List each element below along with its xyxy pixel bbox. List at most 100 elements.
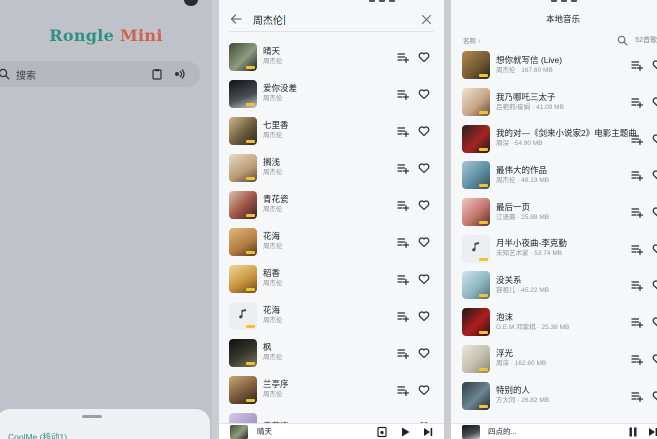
favorite-icon[interactable] [652,390,657,402]
sort-button[interactable]: 名称 ↑ [463,35,481,45]
list-item[interactable]: 特别的人 方大同 · 26.82 MB [451,377,657,414]
add-to-playlist-icon[interactable] [397,125,409,137]
list-item[interactable]: 搁浅 周杰伦 [219,149,444,186]
favorite-icon[interactable] [652,279,657,291]
favorite-icon[interactable] [418,51,430,63]
favorite-icon[interactable] [418,199,430,211]
list-item[interactable]: 想你就写信 (Live) 周杰伦 · 167.60 MB [451,47,657,84]
mini-player-title: 四点的... [488,427,517,436]
search-icon[interactable] [617,35,628,46]
favorite-icon[interactable] [652,353,657,365]
add-to-playlist-icon[interactable] [397,88,409,100]
avatar[interactable] [184,0,198,6]
row-actions [631,279,657,292]
favorite-icon[interactable] [418,88,430,100]
pause-icon[interactable] [627,426,639,438]
list-item[interactable]: 青花瓷 周杰伦 [219,186,444,223]
clipboard-icon[interactable] [151,68,163,80]
add-to-playlist-icon[interactable] [631,316,643,329]
favorite-icon[interactable] [418,125,430,137]
search-screen: 周杰伦 晴天 周杰伦 爱你没差 周杰伦 七里香 周杰伦 搁浅 周杰伦 青花瓷 周杰伦 花海 周杰伦 稻香… [219,0,444,439]
song-subtitle: 周深 · 54.90 MB [496,140,543,148]
add-to-playlist-icon[interactable] [397,199,409,211]
next-icon[interactable] [647,426,657,438]
favorite-icon[interactable] [652,243,657,255]
row-actions [631,133,657,145]
album-cover [462,271,490,300]
add-to-playlist-icon[interactable] [631,133,643,145]
lyrics-icon[interactable] [376,426,388,438]
add-to-playlist-icon[interactable] [397,347,409,359]
favorite-icon[interactable] [418,384,430,396]
sheet-item[interactable]: CoolMe (移动1) [8,431,67,439]
add-to-playlist-icon[interactable] [631,353,643,365]
list-item[interactable]: 晴天 周杰伦 [219,38,444,75]
list-item[interactable]: 花海 周杰伦 [219,223,444,260]
favorite-icon[interactable] [418,236,430,248]
quality-badge [246,176,255,180]
list-item[interactable]: 爱你没差 周杰伦 [219,75,444,112]
list-item[interactable]: 我的对—《剑来小说家2》电影主题曲 周深 · 54.90 MB [451,120,657,157]
add-to-playlist-icon[interactable] [397,236,409,248]
add-to-playlist-icon[interactable] [631,390,643,402]
list-item[interactable]: 枫周杰伦 [219,334,444,371]
album-cover [462,308,490,337]
song-subtitle: 周杰伦 · 48.13 MB [496,176,550,184]
add-to-playlist-icon[interactable] [631,243,643,255]
mini-player[interactable]: 四点的... [451,423,657,439]
list-item[interactable]: 七里香 周杰伦 [219,112,444,149]
add-to-playlist-icon[interactable] [397,310,409,322]
voice-search-icon[interactable] [173,68,186,80]
album-cover [229,153,257,182]
add-to-playlist-icon[interactable] [631,206,643,219]
song-subtitle: 周杰伦 [263,206,283,213]
search-bar[interactable]: 搜索 [0,61,200,87]
list-item[interactable]: 没关系 容祖儿 · 45.22 MB [451,267,657,304]
search-results-list: 晴天 周杰伦 爱你没差 周杰伦 七里香 周杰伦 搁浅 周杰伦 青花瓷 周杰伦 花海 周杰伦 稻香 周杰伦花… [219,38,444,439]
list-item[interactable]: 我乃哪吒三太子 吕艳莉/崔娟 · 41.09 MB [451,84,657,121]
add-to-playlist-icon[interactable] [631,59,643,72]
favorite-icon[interactable] [418,162,430,174]
add-to-playlist-icon[interactable] [631,96,643,109]
song-subtitle: 未知艺术家 · 53.74 MB [496,250,563,258]
add-to-playlist-icon[interactable] [397,162,409,174]
favorite-icon[interactable] [652,133,657,145]
favorite-icon[interactable] [418,273,430,285]
favorite-icon[interactable] [418,347,430,359]
list-item[interactable]: 浮光 周深 · 162.60 MB [451,341,657,378]
drag-handle[interactable] [82,415,102,418]
album-cover [229,264,257,293]
song-info: 我的对—《剑来小说家2》电影主题曲 周深 · 54.90 MB [496,128,637,149]
list-item[interactable]: 泡沫 G.E.M.邓紫棋 · 25.38 MB [451,304,657,341]
bottom-sheet[interactable]: CoolMe (移动1) [0,409,210,439]
list-item[interactable]: 花海 周杰伦 [219,297,444,334]
mini-player[interactable]: 晴天 [219,423,444,439]
list-item[interactable]: 月半小夜曲-李克勤 未知艺术家 · 53.74 MB [451,230,657,267]
home-screen: Rongle Mini 搜索 CoolMe (移动1) [0,0,212,439]
song-title: 月半小夜曲-李克勤 [496,238,567,249]
list-item[interactable]: 最后一页 江语晨 · 25.88 MB [451,194,657,231]
back-arrow-icon[interactable] [229,12,243,26]
row-actions [397,51,430,63]
mini-player-info: 晴天 [257,427,272,436]
favorite-icon[interactable] [652,206,657,218]
add-to-playlist-icon[interactable] [631,279,643,292]
favorite-icon[interactable] [652,96,657,108]
add-to-playlist-icon[interactable] [397,273,409,285]
quality-badge [246,287,255,291]
add-to-playlist-icon[interactable] [397,384,409,396]
clear-icon[interactable] [421,14,432,25]
favorite-icon[interactable] [652,316,657,328]
favorite-icon[interactable] [652,59,657,71]
favorite-icon[interactable] [418,310,430,322]
play-icon[interactable] [399,426,411,438]
list-item[interactable]: 稻香 周杰伦 [219,260,444,297]
list-item[interactable]: 最伟大的作品 周杰伦 · 48.13 MB [451,157,657,194]
search-input[interactable]: 周杰伦 [253,12,285,27]
favorite-icon[interactable] [652,169,657,181]
list-item[interactable]: 兰亭序 周杰伦 [219,371,444,408]
album-cover [229,301,257,330]
add-to-playlist-icon[interactable] [397,51,409,63]
next-icon[interactable] [422,426,434,438]
add-to-playlist-icon[interactable] [631,169,643,182]
